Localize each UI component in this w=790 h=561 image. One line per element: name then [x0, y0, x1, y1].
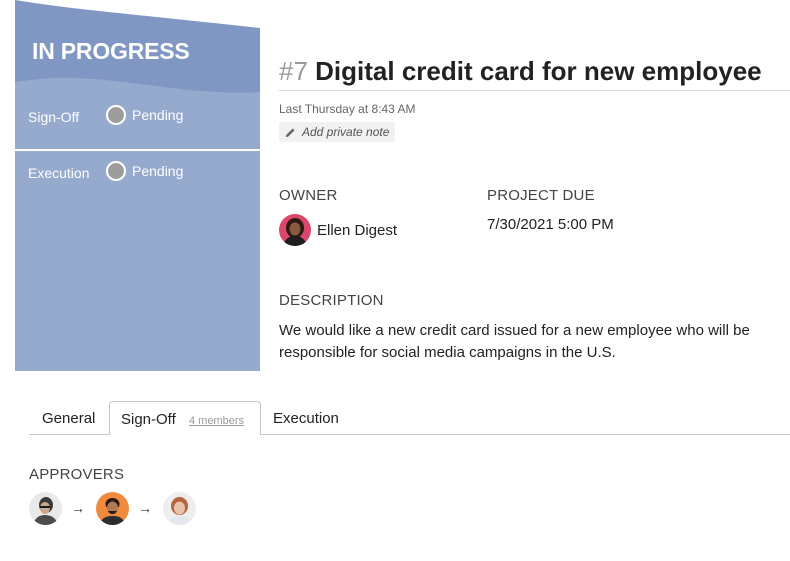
project-due-value: 7/30/2021 5:00 PM	[487, 216, 614, 233]
pencil-icon	[285, 127, 295, 137]
active-tab-gap	[110, 434, 258, 435]
status-panel: IN PROGRESS Sign-Off Pending Execution P…	[15, 0, 260, 371]
avatar[interactable]	[279, 214, 311, 246]
owner-label: OWNER	[279, 187, 338, 204]
description-label: DESCRIPTION	[279, 292, 384, 309]
note-button-label: Add private note	[302, 125, 390, 139]
owner-avatar-image	[279, 214, 311, 246]
project-due-label: PROJECT DUE	[487, 187, 595, 204]
pending-dot-icon	[106, 161, 126, 181]
stage-status: Pending	[132, 163, 184, 179]
title-divider	[279, 90, 790, 91]
tab-signoff[interactable]: Sign-Off 4 members	[109, 401, 261, 435]
approver-avatar-3[interactable]	[163, 492, 196, 525]
page-title: #7 Digital credit card for new employee	[279, 56, 762, 87]
tab-general[interactable]: General	[42, 410, 95, 427]
members-count-link[interactable]: 4 members	[189, 415, 244, 427]
ticket-title: Digital credit card for new employee	[315, 56, 762, 86]
timestamp: Last Thursday at 8:43 AM	[279, 102, 416, 116]
arrow-right-icon: →	[71, 500, 85, 516]
status-title: IN PROGRESS	[32, 38, 190, 64]
ticket-number: #7	[279, 56, 308, 86]
stage-signoff[interactable]: Sign-Off Pending	[15, 94, 260, 149]
approver-avatar-2[interactable]	[96, 492, 129, 525]
stage-name: Sign-Off	[28, 109, 80, 125]
arrow-right-icon: →	[138, 500, 152, 516]
approver-photo	[29, 492, 62, 525]
approvers-label: APPROVERS	[29, 466, 125, 483]
approver-photo	[96, 492, 129, 525]
tab-execution[interactable]: Execution	[273, 410, 339, 427]
stage-status: Pending	[132, 107, 184, 123]
stage-name: Execution	[28, 165, 90, 181]
owner-name: Ellen Digest	[317, 222, 398, 239]
description-text: We would like a new credit card issued f…	[279, 322, 750, 361]
approver-photo	[163, 492, 196, 525]
pending-dot-icon	[106, 105, 126, 125]
tab-signoff-label: Sign-Off	[121, 411, 176, 428]
add-private-note-button[interactable]: Add private note	[279, 122, 396, 142]
approver-avatar-1[interactable]	[29, 492, 62, 525]
stage-execution[interactable]: Execution Pending	[15, 149, 260, 206]
